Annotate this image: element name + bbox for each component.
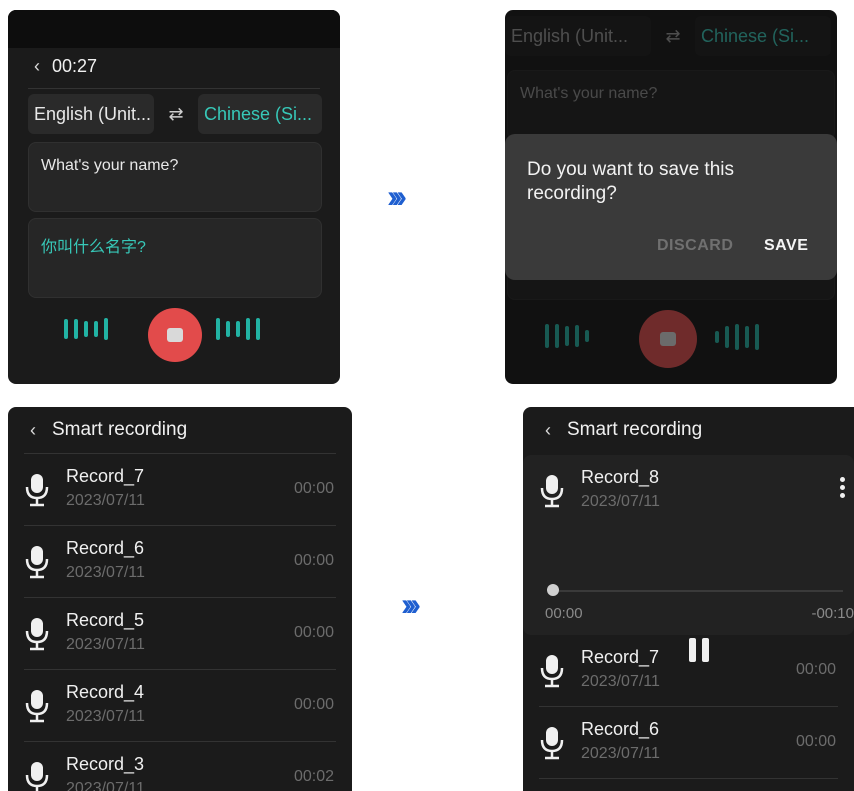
record-name: Record_8 [581,467,660,487]
microphone-icon [25,690,49,723]
record-date: 2023/07/11 [66,708,145,725]
source-language-button[interactable]: English (Unit... [28,94,154,134]
progress-knob[interactable] [547,584,559,596]
record-name: Record_3 [66,754,145,774]
record-date: 2023/07/11 [581,745,660,762]
list-item[interactable]: Record_3 2023/07/11 00:02 [8,742,352,791]
waveform-left [545,324,589,348]
record-duration: 00:00 [293,480,334,497]
list-header: ‹ Smart recording [30,419,187,441]
swap-icon[interactable]: ⇄ [154,104,198,125]
language-selector: English (Unit... ⇄ Chinese (Si... [28,94,322,134]
list-item[interactable]: Record_7 2023/07/11 00:00 [8,454,352,526]
target-language-button[interactable]: Chinese (Si... [198,94,322,134]
translated-text-card: 你叫什么名字? [28,218,322,298]
more-vertical-icon[interactable] [840,477,846,501]
live-translation-screen: ‹ 00:27 English (Unit... ⇄ Chinese (Si..… [8,10,340,384]
source-text-card: What's your name? [28,142,322,212]
microphone-icon [540,475,564,508]
list-item[interactable]: Record_5 2023/07/11 00:00 [8,598,352,670]
recording-player-screen: ‹ Smart recording Record_8 2023/07/11 00… [523,407,854,791]
list-header: ‹ Smart recording [545,419,702,441]
record-duration: 00:02 [293,768,334,785]
record-name: Record_6 [66,538,145,558]
list-item[interactable]: Record_6 2023/07/11 00:00 [8,526,352,598]
divider [539,778,838,779]
back-chevron-icon[interactable]: ‹ [545,420,551,441]
record-date: 2023/07/11 [66,636,145,653]
status-bar [8,10,340,48]
microphone-icon [540,727,564,760]
record-name: Record_5 [66,610,145,630]
source-text-card: What's your name? [507,70,835,140]
divider [28,88,320,89]
record-name: Record_6 [581,719,660,739]
save-dialog-screen: English (Unit... ⇄ Chinese (Si... What's… [505,10,837,384]
record-name: Record_4 [66,682,145,702]
back-chevron-icon[interactable]: ‹ [34,56,40,77]
microphone-icon [25,618,49,651]
recording-list-screen: ‹ Smart recording Record_7 2023/07/11 00:0… [8,407,352,791]
list-item[interactable]: Record_7 2023/07/11 00:00 [523,635,854,707]
recording-timer: 00:27 [52,56,98,76]
record-name: Record_7 [66,466,145,486]
record-date: 2023/07/11 [66,492,145,509]
record-date: 2023/07/11 [66,564,145,581]
elapsed-time: 00:00 [545,605,583,622]
record-duration: 00:00 [795,733,836,750]
microphone-icon [540,655,564,688]
arrow-indicator-bottom: ››› [401,586,421,622]
save-button[interactable]: SAVE [764,237,808,255]
waveform-right [216,318,260,340]
microphone-icon [25,474,49,507]
waveform-right [715,324,759,350]
record-duration: 00:00 [293,624,334,641]
discard-button[interactable]: DISCARD [657,237,733,255]
record-duration: 00:00 [293,696,334,713]
stop-recording-button [639,310,697,368]
record-name: Record_7 [581,647,660,667]
stop-icon [167,328,183,342]
stop-icon [660,332,676,346]
list-item[interactable]: Record_6 2023/07/11 00:00 [523,707,854,779]
microphone-icon [25,546,49,579]
record-duration: 00:00 [795,661,836,678]
page-title: Smart recording [52,419,188,440]
record-date: 2023/07/11 [581,493,660,510]
list-item[interactable]: Record_4 2023/07/11 00:00 [8,670,352,742]
arrow-indicator-top: ››› [387,178,407,214]
stop-recording-button[interactable] [148,308,202,362]
record-date: 2023/07/11 [66,780,145,791]
save-recording-dialog: Do you want to save this recording? DISC… [505,134,837,280]
record-date: 2023/07/11 [581,673,660,690]
target-language-button: Chinese (Si... [695,16,831,56]
progress-track[interactable] [553,590,843,592]
timer-row: ‹ 00:27 [34,56,97,77]
language-selector: English (Unit... ⇄ Chinese (Si... [505,16,831,56]
dialog-message: Do you want to save this recording? [527,159,734,204]
microphone-icon [25,762,49,791]
record-duration: 00:00 [293,552,334,569]
playing-record-card[interactable]: Record_8 2023/07/11 00:00 -00:10 [523,455,854,662]
source-language-button: English (Unit... [505,16,651,56]
back-chevron-icon[interactable]: ‹ [30,420,36,441]
remaining-time: -00:10 [811,605,854,622]
waveform-left [64,318,108,340]
list-item: Record_8 2023/07/11 [523,455,854,527]
page-title: Smart recording [567,419,703,440]
swap-icon: ⇄ [665,25,681,46]
